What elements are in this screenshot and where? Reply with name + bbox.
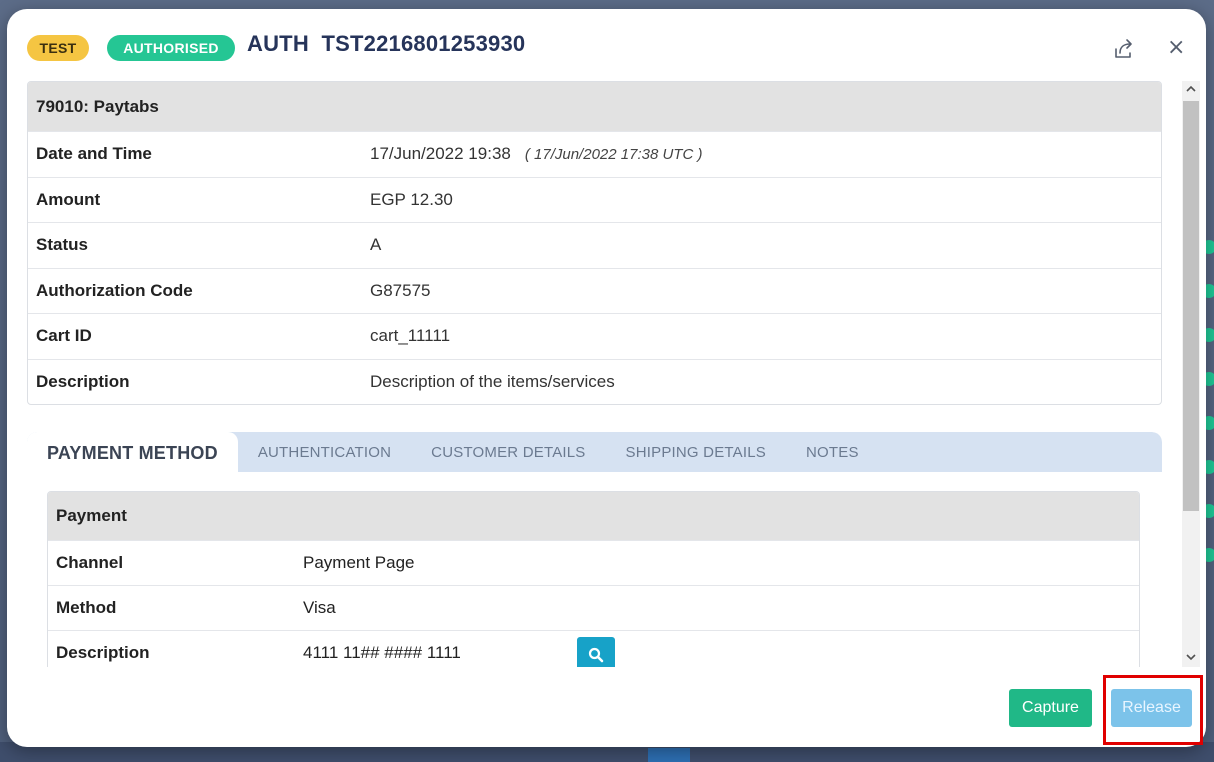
search-icon (588, 647, 604, 663)
background-tab (648, 748, 690, 762)
payment-label: Channel (56, 553, 124, 572)
merchant-heading: 79010: Paytabs (28, 82, 1161, 131)
info-value: 17/Jun/2022 19:38 (370, 144, 511, 164)
info-label: Amount (36, 189, 101, 209)
modal-footer: Capture Release (7, 667, 1206, 747)
info-row-authorization-code: Authorization Code G87575 (28, 267, 1161, 314)
payment-row-description: Description 4111 11## #### 1111 (48, 630, 1139, 667)
info-value: cart_11111 (370, 326, 451, 346)
transaction-title: AUTH TST2216801253930 (247, 31, 526, 56)
info-value: EGP 12.30 (370, 189, 453, 209)
info-row-date-time: Date and Time 17/Jun/2022 19:38 ( 17/Jun… (28, 131, 1161, 177)
release-button[interactable]: Release (1111, 689, 1192, 727)
info-row-cart-id: Cart ID cart_11111 (28, 313, 1161, 359)
payment-label: Method (56, 598, 117, 617)
info-row-description: Description Description of the items/ser… (28, 358, 1161, 405)
payment-value: Visa (303, 598, 336, 617)
transaction-info-table: 79010: Paytabs Date and Time 17/Jun/2022… (27, 81, 1162, 405)
payment-table: Payment Channel Payment Page Method Visa… (47, 491, 1140, 667)
details-tabs: PAYMENT METHOD AUTHENTICATION CUSTOMER D… (27, 432, 1162, 667)
info-label: Description (36, 371, 130, 391)
chevron-up-icon[interactable] (1182, 81, 1200, 99)
background-status-dots (1202, 240, 1214, 592)
scrollbar-thumb[interactable] (1183, 101, 1199, 511)
info-row-status: Status A (28, 222, 1161, 268)
payment-label: Description (56, 643, 150, 662)
status-badge: AUTHORISED (107, 35, 235, 61)
payment-row-channel: Channel Payment Page (48, 540, 1139, 585)
info-value: Description of the items/services (370, 371, 615, 391)
payment-row-method: Method Visa (48, 585, 1139, 630)
payment-heading: Payment (48, 492, 1139, 540)
test-badge: TEST (27, 35, 89, 61)
tab-notes[interactable]: NOTES (786, 432, 879, 472)
info-value: A (370, 235, 382, 255)
payment-value: Payment Page (303, 553, 415, 572)
tab-customer-details[interactable]: CUSTOMER DETAILS (411, 432, 605, 472)
info-label: Date and Time (36, 144, 152, 164)
chevron-down-icon[interactable] (1182, 649, 1200, 667)
info-value: G87575 (370, 280, 431, 300)
capture-button[interactable]: Capture (1009, 689, 1092, 727)
modal-header: TEST AUTHORISED AUTH TST2216801253930 × (7, 9, 1206, 81)
transaction-modal: TEST AUTHORISED AUTH TST2216801253930 × … (7, 9, 1206, 747)
close-icon[interactable]: × (1167, 37, 1185, 59)
info-label: Authorization Code (36, 280, 193, 300)
tab-shipping-details[interactable]: SHIPPING DETAILS (606, 432, 786, 472)
card-lookup-button[interactable] (577, 637, 615, 667)
share-icon[interactable] (1112, 37, 1136, 61)
info-label: Status (36, 235, 88, 255)
info-row-amount: Amount EGP 12.30 (28, 176, 1161, 223)
tab-payment-method[interactable]: PAYMENT METHOD (27, 432, 238, 472)
utc-time-note: ( 17/Jun/2022 17:38 UTC ) (524, 145, 703, 163)
modal-body[interactable]: 79010: Paytabs Date and Time 17/Jun/2022… (7, 81, 1206, 667)
card-number-value: 4111 11## #### 1111 (303, 643, 461, 662)
tab-authentication[interactable]: AUTHENTICATION (238, 432, 411, 472)
tab-bar: PAYMENT METHOD AUTHENTICATION CUSTOMER D… (27, 432, 1162, 472)
info-label: Cart ID (36, 326, 92, 346)
